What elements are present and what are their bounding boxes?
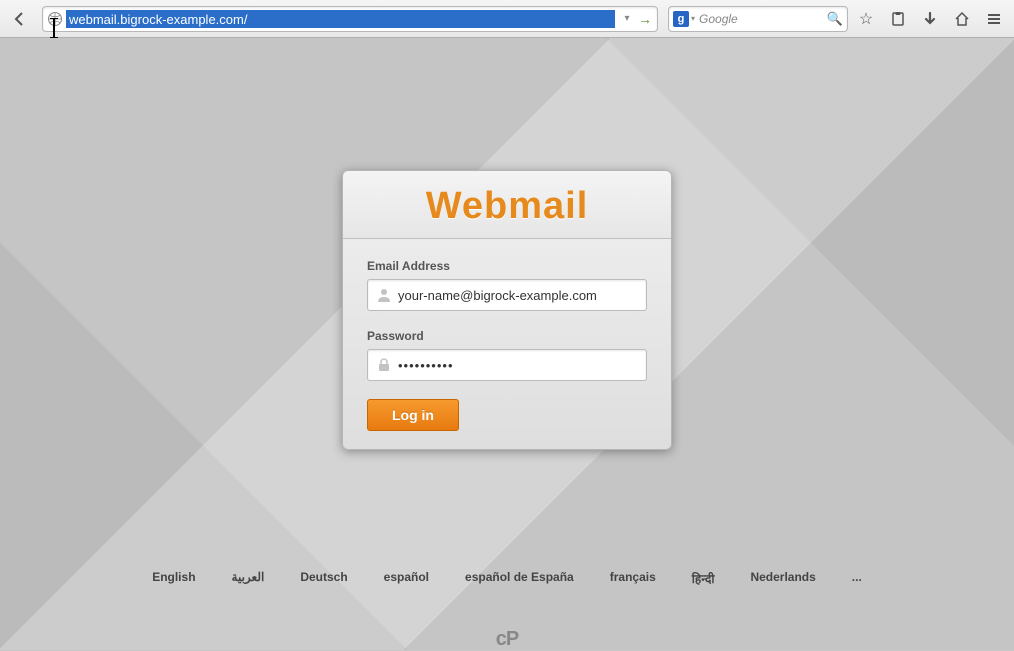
browser-toolbar: webmail.bigrock-example.com/ ▾ → g ▾ Goo… bbox=[0, 0, 1014, 38]
lock-icon bbox=[376, 357, 392, 373]
app-title: Webmail bbox=[343, 185, 671, 228]
text-cursor-icon bbox=[53, 18, 55, 38]
downloads-icon[interactable] bbox=[916, 5, 944, 33]
login-button[interactable]: Log in bbox=[367, 399, 459, 431]
login-header: Webmail bbox=[343, 171, 671, 239]
go-arrow-icon[interactable]: → bbox=[637, 11, 653, 27]
email-field[interactable] bbox=[398, 288, 638, 303]
search-engine-dropdown-icon[interactable]: ▾ bbox=[691, 14, 695, 23]
email-label: Email Address bbox=[367, 259, 647, 273]
user-icon bbox=[376, 287, 392, 303]
url-bar[interactable]: webmail.bigrock-example.com/ ▾ → bbox=[42, 6, 658, 32]
library-icon[interactable] bbox=[884, 5, 912, 33]
url-text[interactable]: webmail.bigrock-example.com/ bbox=[66, 10, 615, 28]
search-engine-badge[interactable]: g bbox=[673, 11, 689, 27]
lang-more[interactable]: ... bbox=[852, 570, 862, 587]
email-input-wrap[interactable] bbox=[367, 279, 647, 311]
url-dropdown-icon[interactable]: ▾ bbox=[619, 13, 635, 24]
lang-link[interactable]: español bbox=[384, 570, 429, 587]
home-icon[interactable] bbox=[948, 5, 976, 33]
lang-link[interactable]: English bbox=[152, 570, 195, 587]
bookmark-star-icon[interactable]: ☆ bbox=[852, 5, 880, 33]
lang-link[interactable]: Deutsch bbox=[300, 570, 347, 587]
lang-link[interactable]: हिन्दी bbox=[692, 570, 715, 587]
password-label: Password bbox=[367, 329, 647, 343]
hamburger-icon bbox=[986, 11, 1002, 27]
login-card: Webmail Email Address Password Log in bbox=[342, 170, 672, 450]
lang-link[interactable]: Nederlands bbox=[750, 570, 815, 587]
arrow-down-icon bbox=[922, 11, 938, 27]
footer-logo: cP bbox=[496, 628, 518, 651]
menu-icon[interactable] bbox=[980, 5, 1008, 33]
lang-link[interactable]: español de España bbox=[465, 570, 574, 587]
house-icon bbox=[954, 11, 970, 27]
language-row: English العربية Deutsch español español … bbox=[0, 570, 1014, 587]
clipboard-icon bbox=[890, 11, 906, 27]
lang-link[interactable]: français bbox=[610, 570, 656, 587]
search-go-icon[interactable]: 🔍 bbox=[827, 11, 843, 27]
back-button[interactable] bbox=[6, 5, 34, 33]
search-bar[interactable]: g ▾ Google 🔍 bbox=[668, 6, 848, 32]
search-placeholder: Google bbox=[699, 12, 827, 26]
lang-link[interactable]: العربية bbox=[232, 570, 265, 587]
arrow-left-icon bbox=[12, 11, 28, 27]
password-field[interactable] bbox=[398, 358, 638, 373]
password-input-wrap[interactable] bbox=[367, 349, 647, 381]
